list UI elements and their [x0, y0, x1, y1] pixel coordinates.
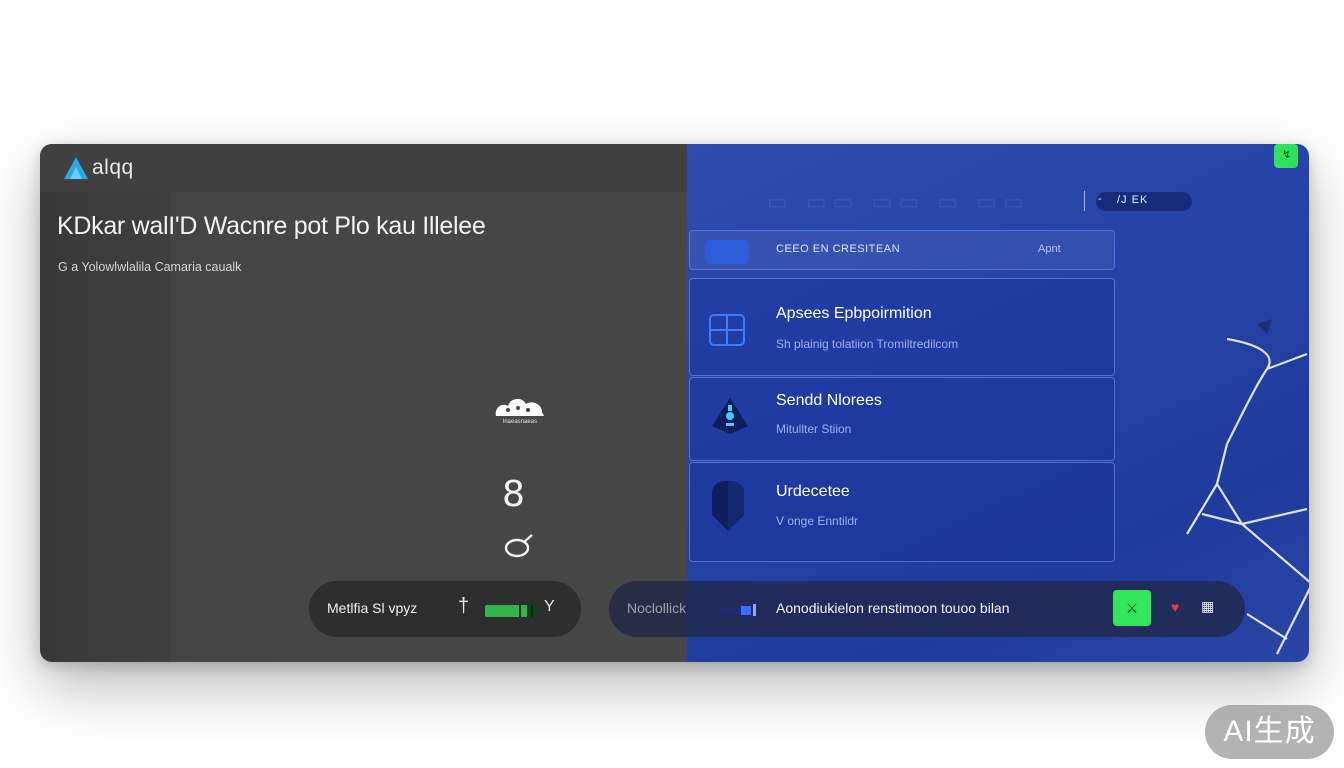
cross-icon[interactable]: † — [458, 595, 469, 618]
list-header-aside[interactable]: Apnt — [1038, 243, 1061, 255]
list-item[interactable]: Apsees Epbpoirmition Sh plainig tolatiio… — [689, 278, 1115, 376]
page-title: KDkar walI'D Wacnre pot Plo kau Illelee — [57, 212, 486, 240]
list-item-title: Urdecetee — [776, 483, 850, 500]
level-meter[interactable] — [485, 605, 539, 617]
left-panel: alqq KDkar walI'D Wacnre pot Plo kau Ill… — [40, 144, 687, 662]
corner-action-button[interactable]: ↯ — [1274, 144, 1298, 168]
header-tag-icon — [705, 240, 749, 264]
cloud-shape — [495, 398, 544, 416]
toolbar-chip[interactable]: /J EK — [1096, 192, 1192, 211]
cloud-caption: lnaeasnaeas — [502, 419, 538, 425]
list-item[interactable]: Urdecetee V onge Enntildr — [689, 462, 1115, 562]
command-bar-label: Noclollick — [627, 600, 687, 616]
confirm-button[interactable]: ⚔ — [1113, 590, 1151, 626]
list-item-subtitle: V onge Enntildr — [776, 514, 859, 528]
cloud-icon[interactable]: lnaeasnaeas — [492, 394, 548, 430]
command-bar[interactable]: Noclollick Aonodiukielon renstimoon touo… — [609, 581, 1245, 637]
list-header[interactable]: CEEO EN CRESITEAN Apnt — [689, 230, 1115, 270]
antenna-icon[interactable]: Y — [544, 598, 555, 616]
top-bar — [40, 144, 687, 192]
swords-icon: ⚔ — [1125, 600, 1139, 616]
signal-icon — [721, 604, 756, 616]
page-subtitle: G a Yolowlwlalila Camaria caualk — [58, 260, 242, 274]
list-item-title: Apsees Epbpoirmition — [776, 305, 932, 322]
list-item[interactable]: Sendd Nlorees Mitullter Stiion — [689, 377, 1115, 461]
app-window: alqq KDkar walI'D Wacnre pot Plo kau Ill… — [40, 144, 1309, 662]
logo-icon — [64, 157, 88, 179]
meter-tick — [531, 605, 533, 617]
flash-icon: ↯ — [1282, 149, 1292, 161]
heart-icon[interactable]: ♥ — [1171, 599, 1179, 615]
list-item-subtitle: Mitullter Stiion — [776, 422, 852, 436]
list-item-subtitle: Sh plainig tolatiion Tromiltredilcom — [776, 337, 959, 351]
grid-layout-icon — [709, 314, 745, 346]
list-header-title: CEEO EN CRESITEAN — [776, 243, 901, 255]
app-logo[interactable]: alqq — [62, 154, 134, 182]
background-texture: ▭ ▭▭ ▭▭ ▭ ▭▭ — [767, 189, 1030, 214]
qr-grid-icon[interactable]: ▦ — [1201, 598, 1214, 615]
toolbar-divider — [1084, 191, 1085, 211]
logo-text: alqq — [92, 156, 134, 179]
toolbar-chip-text: /J EK — [1117, 194, 1149, 206]
toolbar-dash: ‑ — [1098, 193, 1102, 205]
meter-tick — [519, 605, 521, 617]
left-control-pill[interactable]: Metlfia Sl vpyz † Y — [309, 581, 581, 637]
beacon-icon — [712, 398, 748, 434]
figure-eight-icon[interactable]: 8 — [502, 474, 525, 515]
pill-label: Metlfia Sl vpyz — [327, 600, 418, 616]
loop-icon[interactable] — [502, 532, 536, 560]
command-bar-text: Aonodiukielon renstimoon touoo bilan — [776, 600, 1010, 616]
list-item-title: Sendd Nlorees — [776, 392, 882, 409]
ai-generated-watermark: AI生成 — [1205, 705, 1334, 759]
shield-icon — [712, 481, 744, 531]
